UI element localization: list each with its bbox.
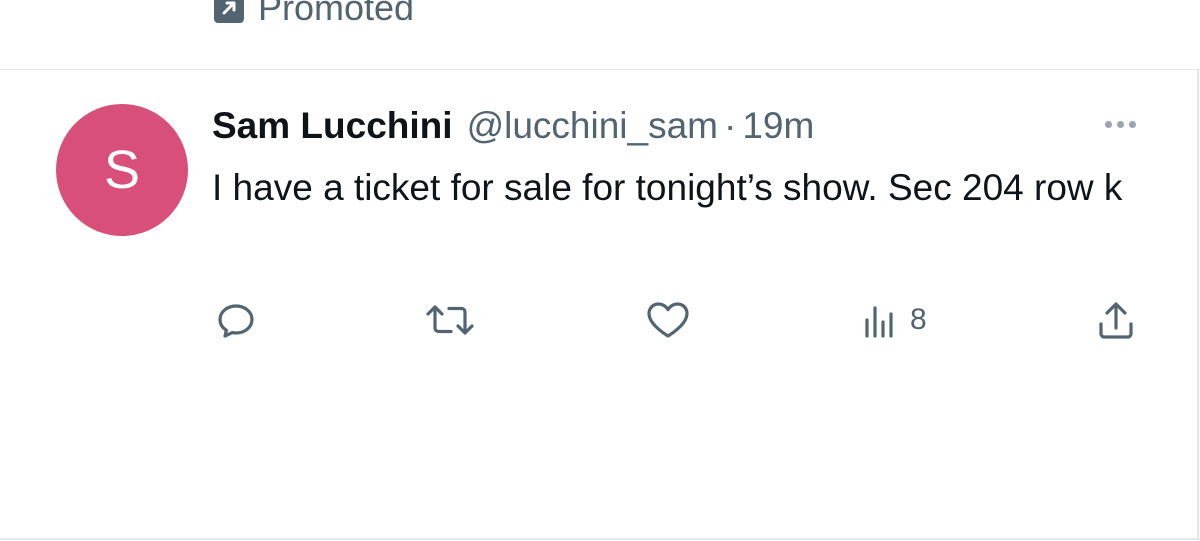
- more-options-button[interactable]: [1096, 110, 1144, 138]
- promoted-label: Promoted: [258, 0, 415, 28]
- like-button[interactable]: [644, 296, 692, 344]
- tweet-divider-bottom: [0, 538, 1200, 540]
- share-icon: [1099, 302, 1133, 339]
- retweet-icon: [426, 305, 474, 335]
- tweet-divider-top: [0, 69, 1200, 70]
- display-name[interactable]: Sam Lucchini: [212, 105, 453, 147]
- tweet-text: I have a ticket for sale for tonight’s s…: [212, 167, 1123, 208]
- views-count: 8: [910, 303, 927, 336]
- timeline-border-right: [1197, 69, 1199, 541]
- tweet-timestamp[interactable]: 19m: [742, 105, 814, 147]
- reply-icon: [218, 304, 254, 338]
- promoted-indicator: Promoted: [214, 0, 414, 30]
- like-heart-icon: [647, 302, 689, 338]
- promoted-arrow-icon: [214, 0, 244, 23]
- tweet-header: Sam Lucchini @lucchini_sam · 19m: [212, 100, 814, 152]
- more-dots-icon: [1128, 120, 1136, 128]
- more-dots-icon: [1104, 120, 1112, 128]
- avatar-letter: S: [103, 140, 141, 200]
- views-chart-icon: [865, 306, 893, 338]
- views-button[interactable]: 8: [860, 296, 927, 344]
- reply-button[interactable]: [214, 296, 258, 344]
- retweet-button[interactable]: [424, 296, 476, 344]
- more-dots-icon: [1116, 120, 1124, 128]
- user-handle[interactable]: @lucchini_sam: [467, 105, 718, 147]
- share-button[interactable]: [1094, 296, 1138, 344]
- header-separator: ·: [724, 105, 737, 146]
- avatar[interactable]: S: [56, 104, 188, 236]
